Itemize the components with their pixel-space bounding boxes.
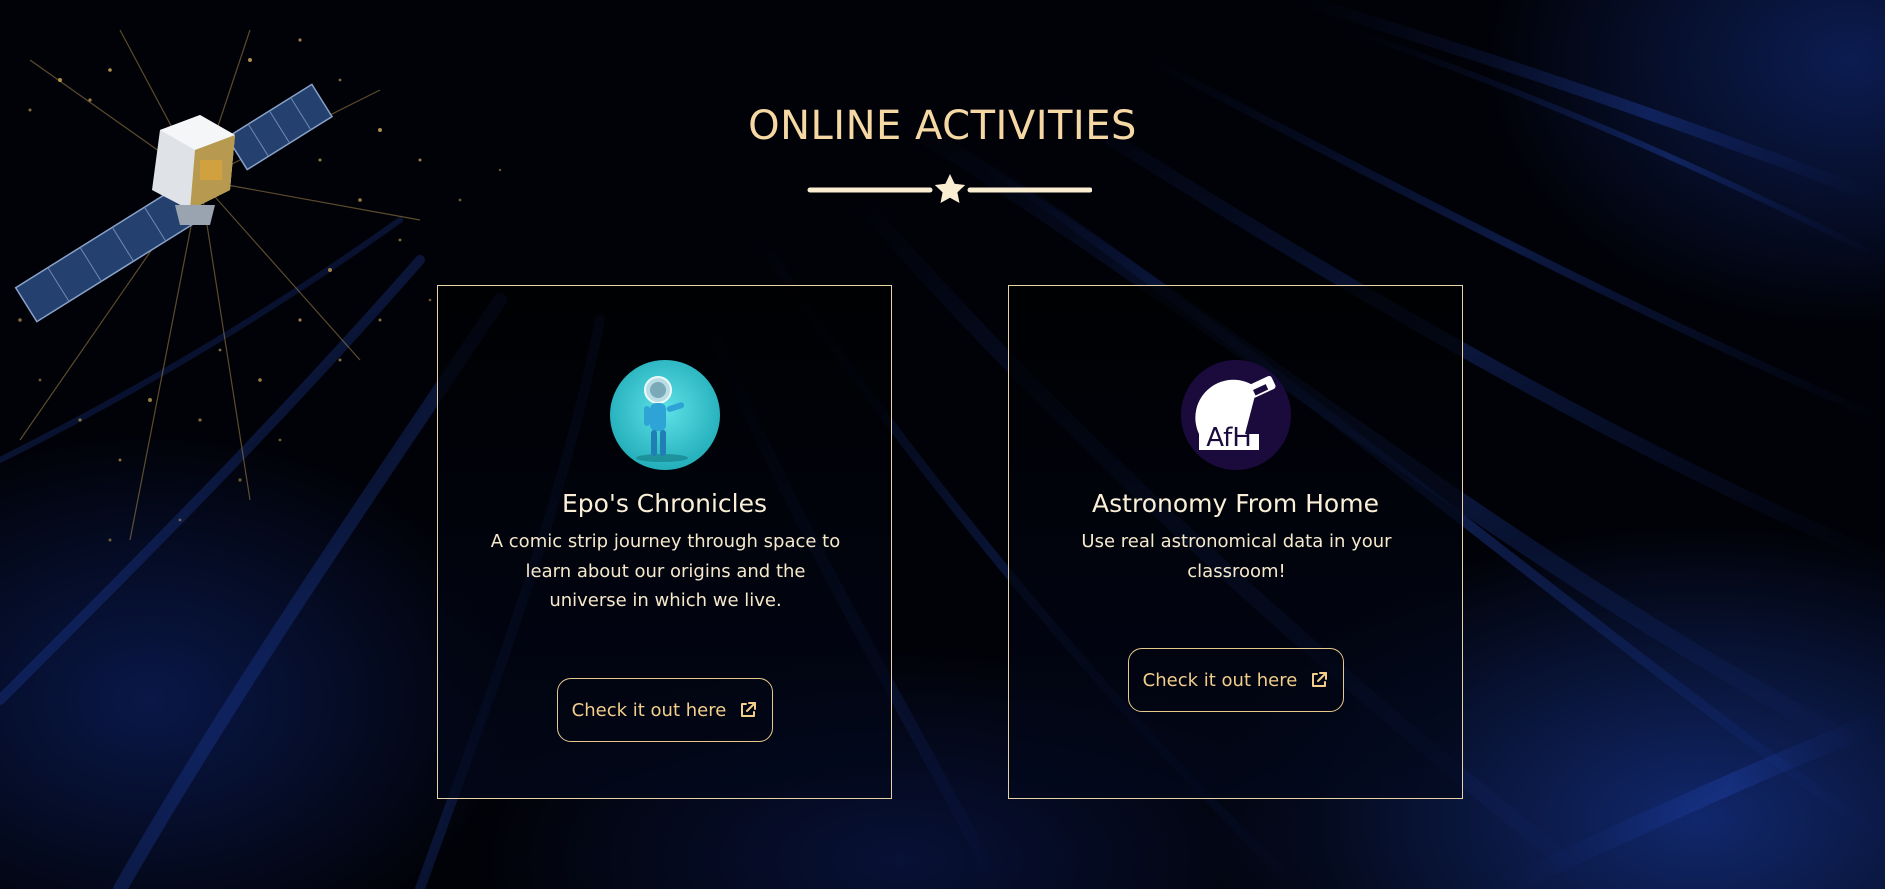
card-description: Use real astronomical data in your class… — [1081, 531, 1392, 582]
logo-text: AfH — [1206, 423, 1252, 453]
check-it-out-button[interactable]: Check it out here — [1128, 648, 1344, 712]
external-link-icon — [1312, 672, 1328, 687]
activity-card-astronomy-from-home: AfH Astronomy From Home Use real astrono… — [1008, 285, 1463, 799]
card-description: A comic strip journey through space to l… — [490, 531, 841, 611]
section-title: ONLINE ACTIVITIES — [748, 103, 1137, 149]
card-title: Epo's Chronicles — [561, 489, 768, 518]
button-label: Check it out here — [571, 699, 727, 721]
activity-card-epos-chronicles: Epo's Chronicles A comic strip journey t… — [437, 285, 892, 799]
telescope-logo: AfH — [1181, 360, 1291, 470]
check-it-out-button[interactable]: Check it out here — [557, 678, 773, 742]
external-link-icon — [741, 702, 757, 717]
button-label: Check it out here — [1142, 669, 1298, 691]
card-title: Astronomy From Home — [1092, 489, 1379, 518]
star-icon — [934, 174, 966, 203]
online-activities-page: ONLINE ACTIVITIES Epo's Chronicles A com… — [0, 0, 1885, 889]
title-divider — [807, 174, 1092, 203]
astronaut-avatar — [610, 360, 720, 470]
